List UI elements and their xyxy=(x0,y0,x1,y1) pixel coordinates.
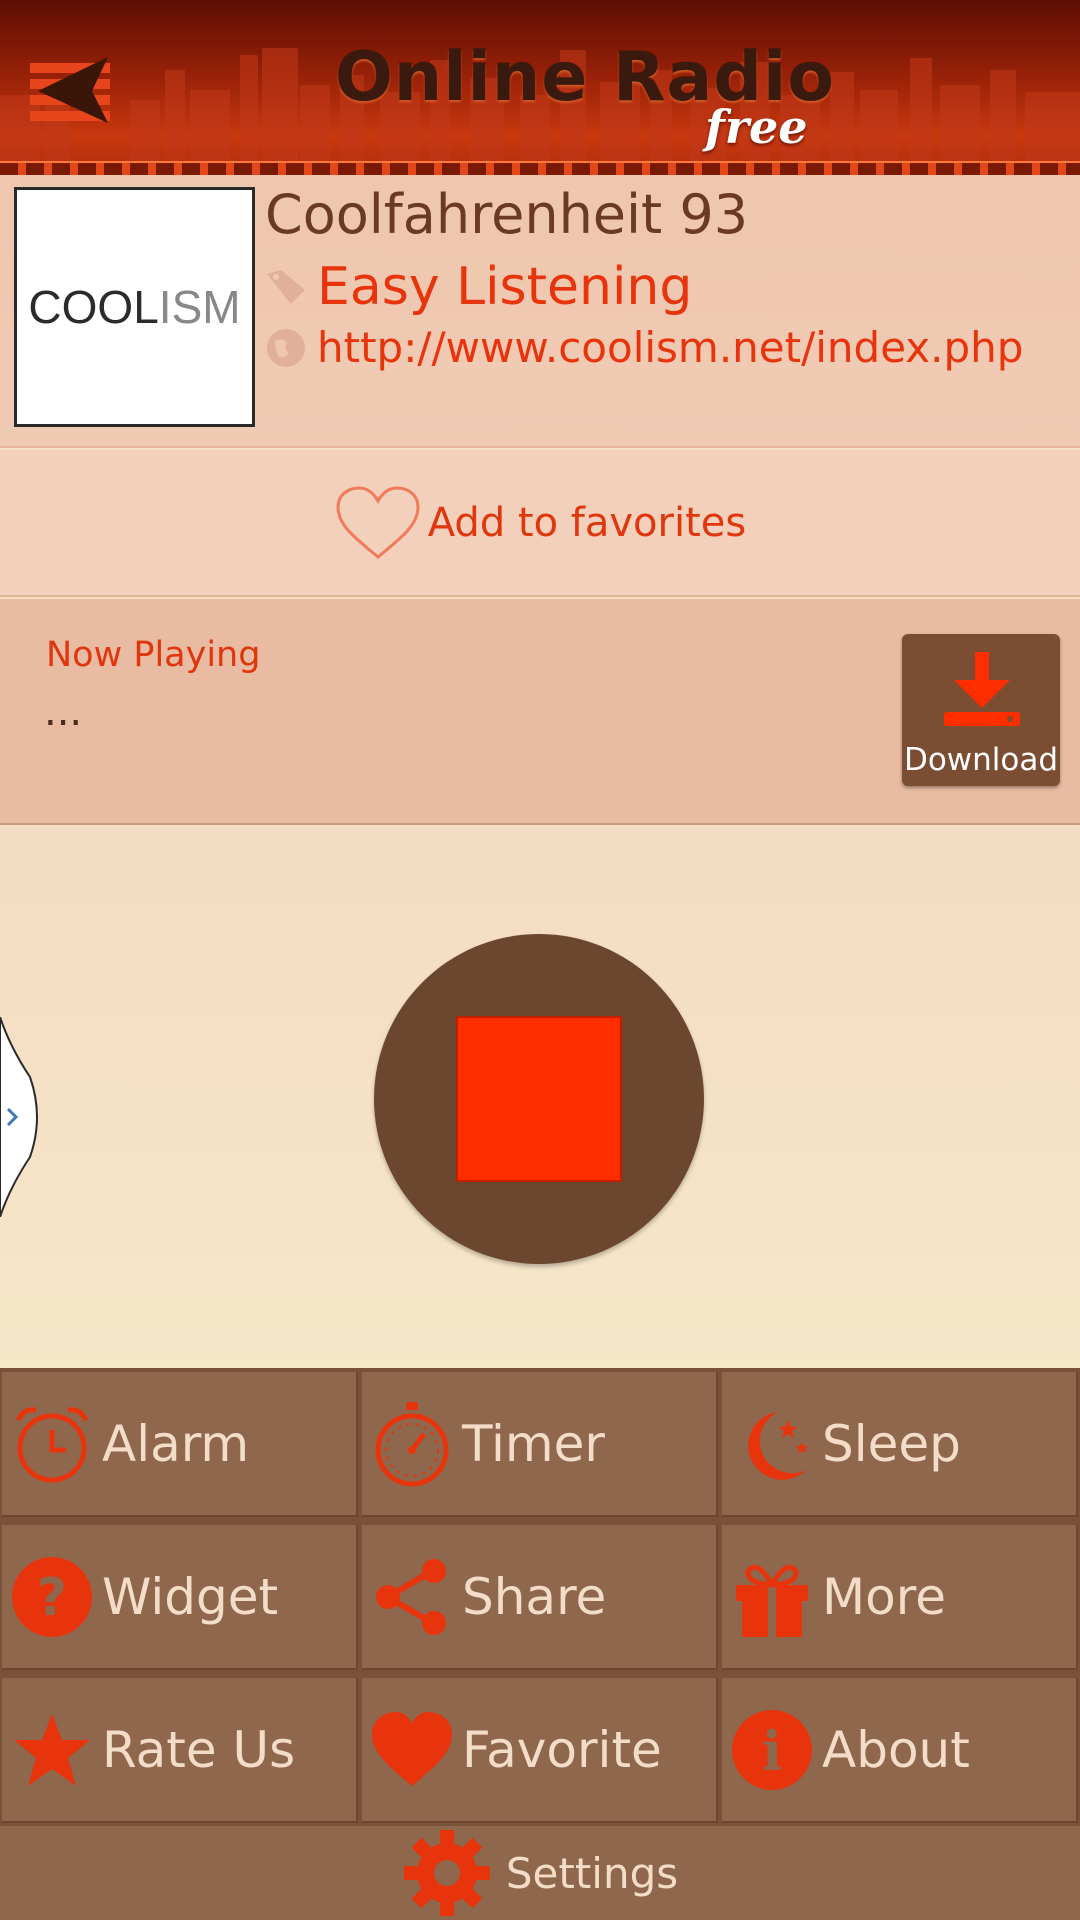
station-genre: Easy Listening xyxy=(317,257,693,317)
alarm-button[interactable]: Alarm xyxy=(2,1372,358,1517)
player-area xyxy=(0,827,1080,1368)
side-drawer-handle[interactable] xyxy=(0,1017,42,1217)
add-to-favorites-label: Add to favorites xyxy=(427,499,747,546)
tag-icon xyxy=(267,270,305,304)
alarm-clock-icon xyxy=(15,1406,89,1482)
download-button[interactable]: Download xyxy=(902,634,1060,786)
about-label: About xyxy=(822,1720,970,1779)
gear-icon xyxy=(403,1830,490,1916)
now-playing-text: ... xyxy=(44,689,83,735)
settings-label: Settings xyxy=(505,1848,679,1898)
widget-button[interactable]: ? Widget xyxy=(2,1525,358,1670)
header-rail-decoration xyxy=(0,161,1080,175)
timer-label: Timer xyxy=(462,1414,605,1473)
genre-row: Easy Listening xyxy=(265,257,692,317)
question-icon: ? xyxy=(12,1556,92,1637)
more-label: More xyxy=(822,1567,946,1626)
back-arrow-icon[interactable] xyxy=(30,55,120,125)
globe-icon xyxy=(267,328,305,367)
station-info: COOLISM Coolfahrenheit 93 Easy Listening… xyxy=(0,175,1080,448)
alarm-label: Alarm xyxy=(102,1414,250,1473)
url-row[interactable]: http://www.coolism.net/index.php xyxy=(265,323,1023,372)
star-icon xyxy=(14,1713,90,1786)
now-playing-panel: Now Playing ... Download xyxy=(0,599,1080,825)
station-url[interactable]: http://www.coolism.net/index.php xyxy=(317,323,1023,372)
download-label: Download xyxy=(903,742,1059,778)
sleep-button[interactable]: Sleep xyxy=(722,1372,1078,1517)
timer-button[interactable]: Timer xyxy=(362,1372,718,1517)
share-icon xyxy=(376,1558,446,1635)
svg-text:?: ? xyxy=(37,1568,67,1628)
favorite-label: Favorite xyxy=(462,1720,662,1779)
share-label: Share xyxy=(462,1567,607,1626)
share-button[interactable]: Share xyxy=(362,1525,718,1670)
now-playing-title: Now Playing xyxy=(46,635,261,675)
menu-grid: Alarm Timer Sleep ? Widget Share More Ra… xyxy=(0,1368,1080,1920)
app-header: Online Radio free xyxy=(0,0,1080,175)
station-logo: COOLISM xyxy=(14,187,255,427)
gift-icon xyxy=(736,1564,808,1637)
sleep-label: Sleep xyxy=(822,1414,961,1473)
more-button[interactable]: More xyxy=(722,1525,1078,1670)
stop-button[interactable] xyxy=(374,934,704,1264)
rate-us-button[interactable]: Rate Us xyxy=(2,1678,358,1823)
heart-icon xyxy=(372,1711,452,1786)
info-icon: i xyxy=(732,1709,812,1790)
settings-button[interactable]: Settings xyxy=(0,1826,1080,1920)
heart-outline-icon xyxy=(336,485,420,559)
rate-us-label: Rate Us xyxy=(102,1720,296,1779)
add-to-favorites-button[interactable]: Add to favorites xyxy=(0,450,1080,597)
svg-text:i: i xyxy=(762,1719,783,1783)
about-button[interactable]: i About xyxy=(722,1678,1078,1823)
favorite-button[interactable]: Favorite xyxy=(362,1678,718,1823)
widget-label: Widget xyxy=(102,1567,279,1626)
stop-icon xyxy=(456,1016,622,1182)
station-name: Coolfahrenheit 93 xyxy=(265,183,749,246)
download-icon xyxy=(944,652,1020,726)
moon-stars-icon xyxy=(748,1411,808,1480)
app-subtitle: free xyxy=(705,100,808,154)
stopwatch-icon xyxy=(375,1401,449,1486)
